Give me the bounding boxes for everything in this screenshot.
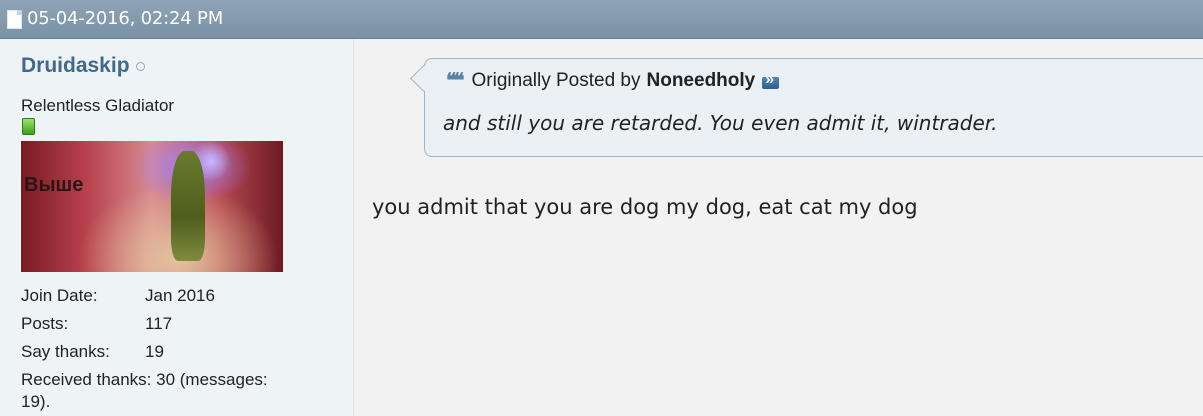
stat-label: Posts:	[21, 314, 69, 333]
avatar[interactable]: Выше	[21, 141, 283, 272]
stat-say-thanks: Say thanks: 19	[21, 338, 321, 366]
quote-header: ❝❝ Originally Posted by Noneedholy	[446, 68, 780, 93]
user-stats: Join Date: Jan 2016 Posts: 117 Say thank…	[21, 282, 321, 413]
quote-block: ❝❝ Originally Posted by Noneedholy and s…	[410, 58, 1203, 157]
quote-text: and still you are retarded. You even adm…	[443, 111, 998, 135]
offline-status-icon	[135, 61, 145, 71]
post-body-text: you admit that you are dog my dog, eat c…	[372, 195, 918, 219]
quote-icon: ❝❝	[446, 70, 464, 92]
stat-join-date: Join Date: Jan 2016	[21, 282, 321, 310]
quote-prefix: Originally Posted by	[471, 69, 641, 91]
stat-received-line: 19).	[21, 392, 51, 411]
stat-received-line: Received thanks: 30 (messages:	[21, 370, 268, 389]
stat-value: 117	[145, 314, 173, 333]
document-icon	[7, 9, 22, 29]
view-post-icon[interactable]	[762, 71, 780, 89]
stat-posts: Posts: 117	[21, 310, 321, 338]
stat-label: Say thanks:	[21, 342, 110, 361]
stat-label: Join Date:	[21, 286, 98, 305]
avatar-figure	[171, 151, 205, 261]
quote-author: Noneedholy	[646, 69, 756, 91]
post-date: 05-04-2016, 02:24 PM	[27, 8, 224, 29]
stat-received-thanks: Received thanks: 30 (messages: 19).	[21, 369, 321, 413]
user-title: Relentless Gladiator	[21, 96, 175, 115]
user-info-panel: Druidaskip Relentless Gladiator Выше Joi…	[0, 39, 354, 416]
username-link[interactable]: Druidaskip	[21, 54, 130, 78]
post-header-bar: 05-04-2016, 02:24 PM	[0, 0, 1203, 39]
post-content: ❝❝ Originally Posted by Noneedholy and s…	[354, 39, 1203, 416]
quote-arrow	[410, 65, 437, 92]
username-row: Druidaskip	[21, 54, 145, 78]
stat-value: 19	[145, 342, 164, 361]
stat-value: Jan 2016	[145, 286, 215, 305]
reputation-icon	[22, 118, 35, 135]
avatar-caption: Выше	[24, 174, 84, 196]
